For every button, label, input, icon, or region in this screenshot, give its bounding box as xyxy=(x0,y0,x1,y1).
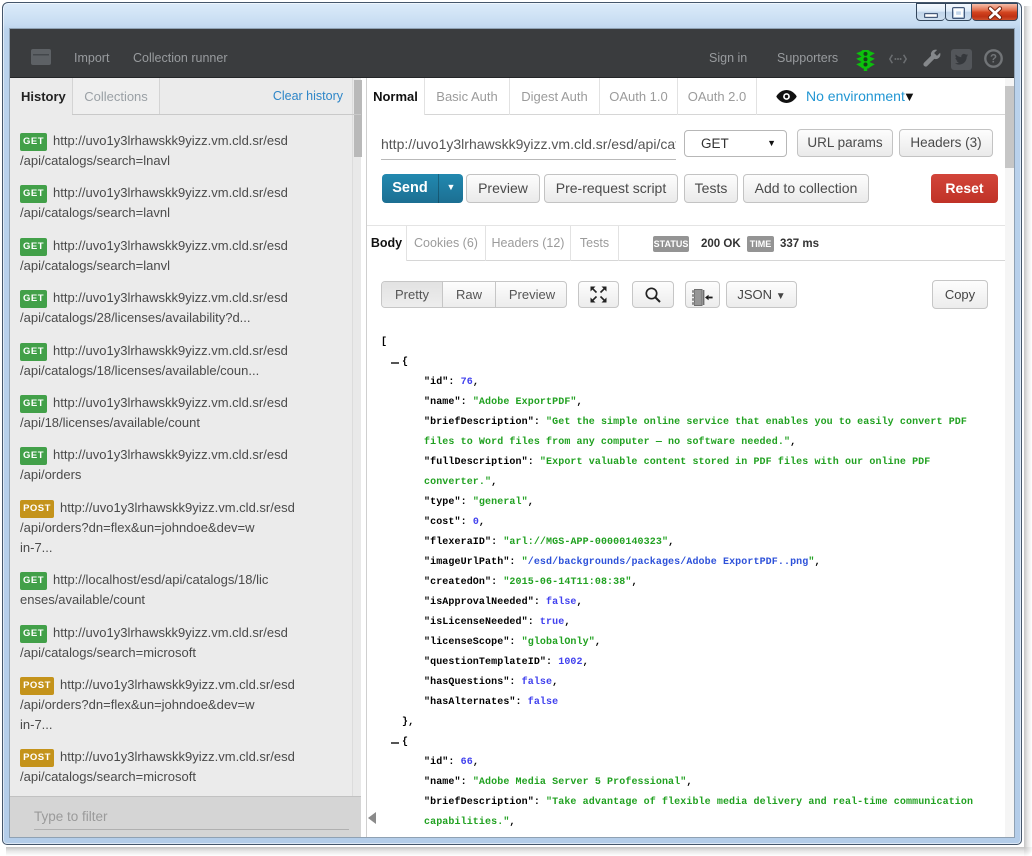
svg-text:?: ? xyxy=(990,54,997,66)
